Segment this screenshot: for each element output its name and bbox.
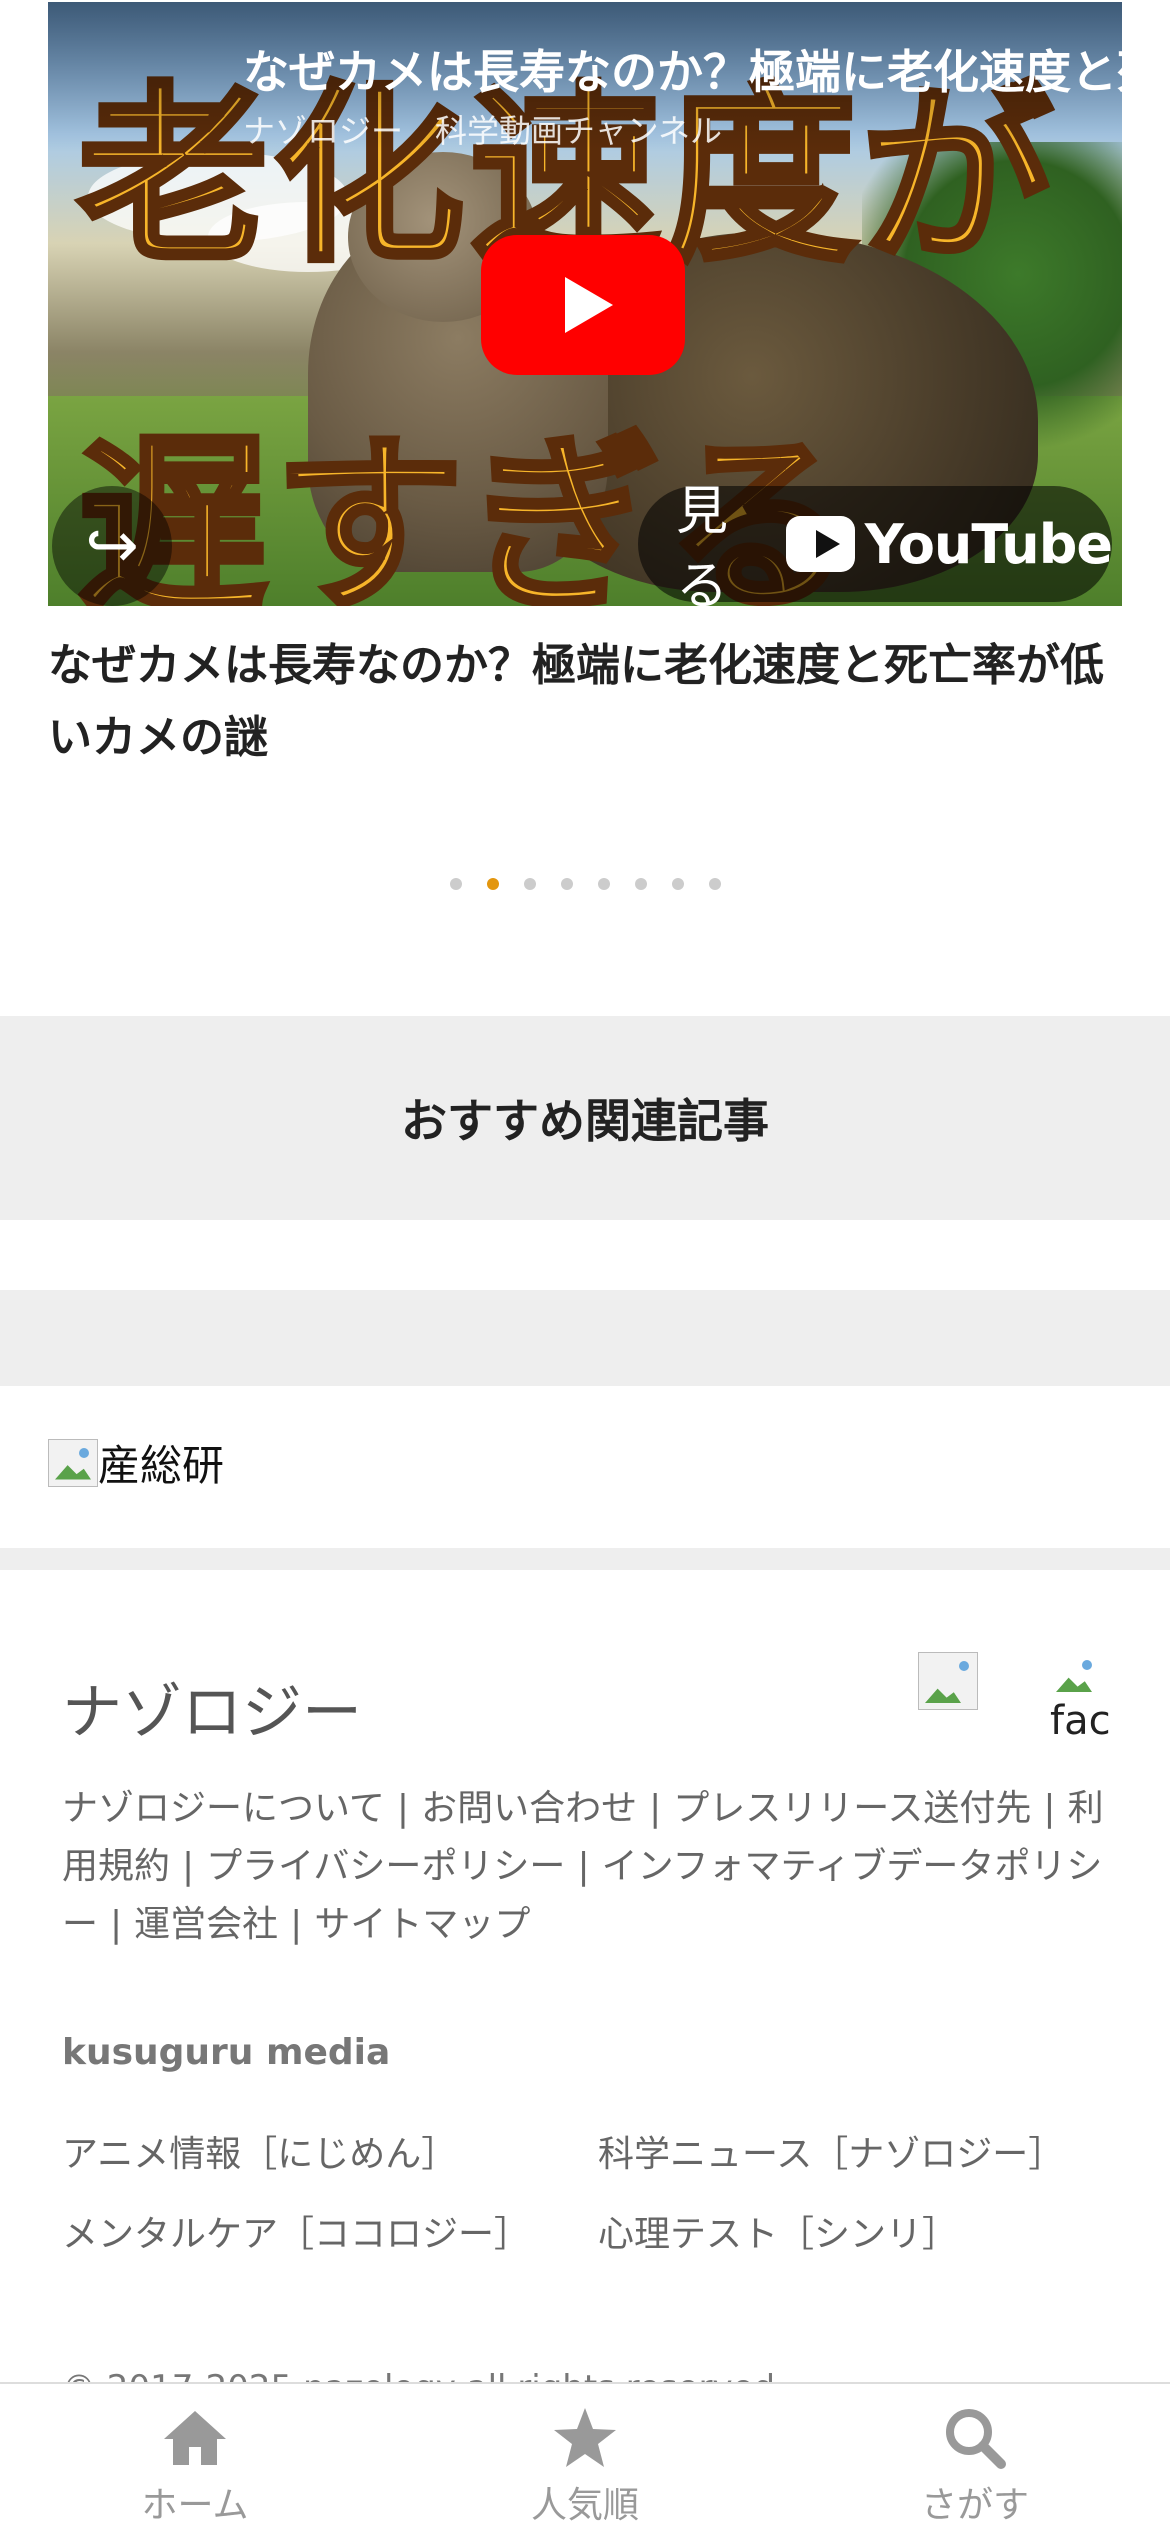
- video-channel-name[interactable]: ナゾロジー 科学動画チャンネル: [243, 106, 722, 152]
- carousel-dot[interactable]: [671, 878, 684, 890]
- sponsor-alt-text: 産総研: [98, 1441, 225, 1490]
- carousel-dot[interactable]: [708, 878, 721, 890]
- carousel-dot[interactable]: [634, 878, 647, 890]
- link-separator: |: [110, 1904, 123, 1945]
- nav-popular-label: 人気順: [530, 2485, 639, 2526]
- facebook-alt-text: fac: [1050, 1698, 1111, 1744]
- star-icon: [547, 2406, 623, 2470]
- media-links: アニメ情報［にじめん］ 科学ニュース［ナゾロジー］ メンタルケア［ココロジー］ 心理テ…: [62, 2128, 1122, 2262]
- nav-home[interactable]: ホーム: [0, 2384, 390, 2532]
- youtube-logo-icon: [785, 516, 855, 572]
- footer-link[interactable]: サイトマップ: [314, 1904, 530, 1945]
- media-heading: kusuguru media: [62, 2032, 391, 2073]
- footer-link[interactable]: 運営会社: [134, 1904, 278, 1945]
- link-separator: |: [182, 1846, 195, 1887]
- facebook-link[interactable]: fac: [1050, 1652, 1111, 1752]
- link-separator: |: [396, 1788, 410, 1829]
- carousel-dot[interactable]: [523, 878, 536, 890]
- home-icon: [157, 2406, 233, 2470]
- nav-popular[interactable]: 人気順: [390, 2384, 780, 2532]
- carousel-dot[interactable]: [486, 878, 499, 890]
- media-link[interactable]: アニメ情報［にじめん］: [62, 2128, 598, 2182]
- carousel-dot[interactable]: [560, 878, 573, 890]
- footer-link[interactable]: プライバシーポリシー: [206, 1846, 565, 1887]
- link-separator: |: [290, 1904, 303, 1945]
- youtube-embed[interactable]: 老化速度が 遅すぎる なぜカメは長寿なのか？極端に老化速度と死亡率が低いカメの謎…: [48, 2, 1122, 606]
- link-separator: |: [577, 1846, 590, 1887]
- carousel-dot[interactable]: [449, 878, 462, 890]
- carousel-pagination: [0, 878, 1170, 890]
- footer-site-name[interactable]: ナゾロジー: [62, 1664, 362, 1751]
- social-image-icon[interactable]: [918, 1652, 978, 1710]
- ad-placeholder: [0, 1290, 1170, 1386]
- link-separator: |: [1043, 1788, 1056, 1829]
- recommend-heading: おすすめ関連記事: [401, 1094, 769, 1148]
- broken-image-icon: [918, 1652, 978, 1710]
- bottom-nav: ホーム 人気順 さがす: [0, 2382, 1170, 2532]
- youtube-wordmark: YouTube: [864, 512, 1113, 576]
- link-separator: |: [649, 1788, 662, 1829]
- media-link[interactable]: メンタルケア［ココロジー］: [62, 2208, 598, 2262]
- nav-home-label: ホーム: [141, 2485, 249, 2526]
- video-overlay-title[interactable]: なぜカメは長寿なのか？極端に老化速度と死亡率が低いカメの謎: [243, 36, 1122, 102]
- footer-divider: [0, 1548, 1170, 1570]
- watch-label: 見る: [676, 482, 729, 606]
- media-link[interactable]: 科学ニュース［ナゾロジー］: [598, 2128, 1118, 2182]
- sponsor-logo[interactable]: 産総研: [48, 1432, 224, 1493]
- footer-link[interactable]: お問い合わせ: [421, 1788, 637, 1829]
- broken-image-icon: [48, 1438, 98, 1487]
- footer-link[interactable]: プレスリリース送付先: [673, 1788, 1031, 1829]
- footer-links: ナゾロジーについて | お問い合わせ | プレスリリース送付先 | 利用規約 | プライバシーポ…: [62, 1780, 1112, 1954]
- nav-search[interactable]: さがす: [780, 2384, 1170, 2532]
- nav-search-label: さがす: [920, 2485, 1029, 2526]
- footer-link[interactable]: ナゾロジーについて: [62, 1788, 385, 1829]
- article-title[interactable]: なぜカメは長寿なのか？極端に老化速度と死亡率が低いカメの謎: [48, 630, 1122, 774]
- media-link[interactable]: 心理テスト［シンリ］: [598, 2208, 1118, 2262]
- broken-image-icon: [1050, 1652, 1100, 1698]
- search-icon: [937, 2406, 1013, 2470]
- share-button[interactable]: ↪: [52, 486, 172, 606]
- play-icon: [565, 277, 613, 333]
- watch-on-youtube-button[interactable]: 見る YouTube: [638, 482, 1113, 606]
- share-icon: ↪: [85, 509, 139, 583]
- play-button[interactable]: [481, 235, 685, 375]
- recommend-section: おすすめ関連記事: [0, 1016, 1170, 1220]
- carousel-dot[interactable]: [597, 878, 610, 890]
